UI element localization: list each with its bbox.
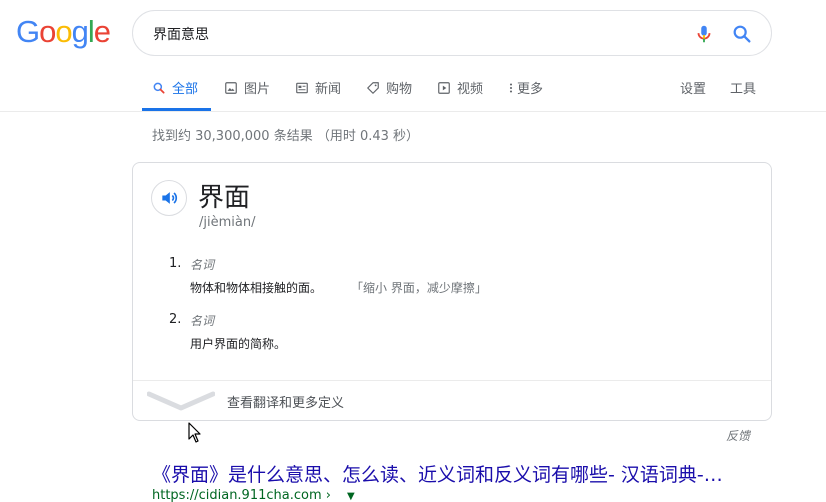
search-icon[interactable] [731, 23, 753, 45]
result-url-text: https://cidian.911cha.com › [152, 488, 331, 502]
tag-icon [367, 82, 379, 94]
card-divider [133, 380, 771, 381]
result-url: https://cidian.911cha.com › ▼ [152, 488, 355, 502]
tab-news[interactable]: 新闻 [295, 78, 341, 112]
logo-letter: g [71, 14, 89, 49]
tab-shopping[interactable]: 购物 [366, 78, 412, 112]
tab-label: 图片 [244, 82, 271, 97]
logo-letter: G [16, 14, 40, 49]
speaker-icon [162, 192, 178, 204]
logo-letter: o [55, 14, 72, 49]
feedback-link[interactable]: 反馈 [726, 427, 750, 444]
google-logo[interactable]: Google [16, 14, 111, 50]
tab-all[interactable]: 全部 [152, 78, 198, 112]
part-of-speech: 名词 [190, 314, 215, 328]
logo-letter: o [39, 14, 56, 49]
dictionary-card: 界面 /jièmiàn/ 1. 名词 物体和物体相接触的面。 「缩小 界面，减少… [132, 162, 772, 421]
image-icon [225, 82, 237, 94]
example: 「缩小 界面，减少摩擦」 [351, 281, 487, 295]
mouse-cursor-icon [188, 422, 201, 443]
pronunciation-button[interactable] [151, 180, 187, 216]
news-icon [296, 82, 308, 94]
url-dropdown-icon[interactable]: ▼ [347, 491, 355, 502]
more-vert-icon [509, 83, 513, 93]
expand-definitions-link[interactable]: 查看翻译和更多定义 [227, 392, 344, 411]
tab-images[interactable]: 图片 [224, 78, 270, 112]
search-input[interactable] [153, 23, 673, 45]
definition: 用户界面的简称。 [190, 337, 287, 351]
phonetic: /jièmiàn/ [199, 215, 256, 230]
tab-label: 全部 [172, 82, 199, 97]
settings-link[interactable]: 设置 [680, 78, 706, 97]
tab-videos[interactable]: 视频 [437, 78, 483, 112]
microphone-icon[interactable] [693, 23, 715, 45]
play-icon [438, 82, 450, 94]
header-divider [0, 111, 826, 112]
definition: 物体和物体相接触的面。 [190, 281, 323, 295]
tab-label: 新闻 [315, 82, 342, 97]
result-stats: 找到约 30,300,000 条结果 （用时 0.43 秒） [152, 129, 420, 144]
result-title-link[interactable]: 《界面》是什么意思、怎么读、近义词和反义词有哪些- 汉语词典-… [152, 460, 758, 487]
part-of-speech: 名词 [190, 258, 215, 272]
headword: 界面 [198, 183, 251, 213]
chevron-down-icon[interactable] [147, 390, 215, 412]
tab-label: 视频 [457, 82, 484, 97]
tab-label: 更多 [517, 82, 544, 97]
sense-number: 2. [169, 312, 182, 327]
logo-letter: e [93, 14, 111, 49]
search-box[interactable] [132, 10, 772, 56]
sense-number: 1. [169, 256, 182, 271]
tools-link[interactable]: 工具 [730, 78, 756, 97]
tab-label: 购物 [386, 82, 413, 97]
search-icon [153, 82, 165, 94]
tab-more[interactable]: 更多 [508, 78, 543, 112]
